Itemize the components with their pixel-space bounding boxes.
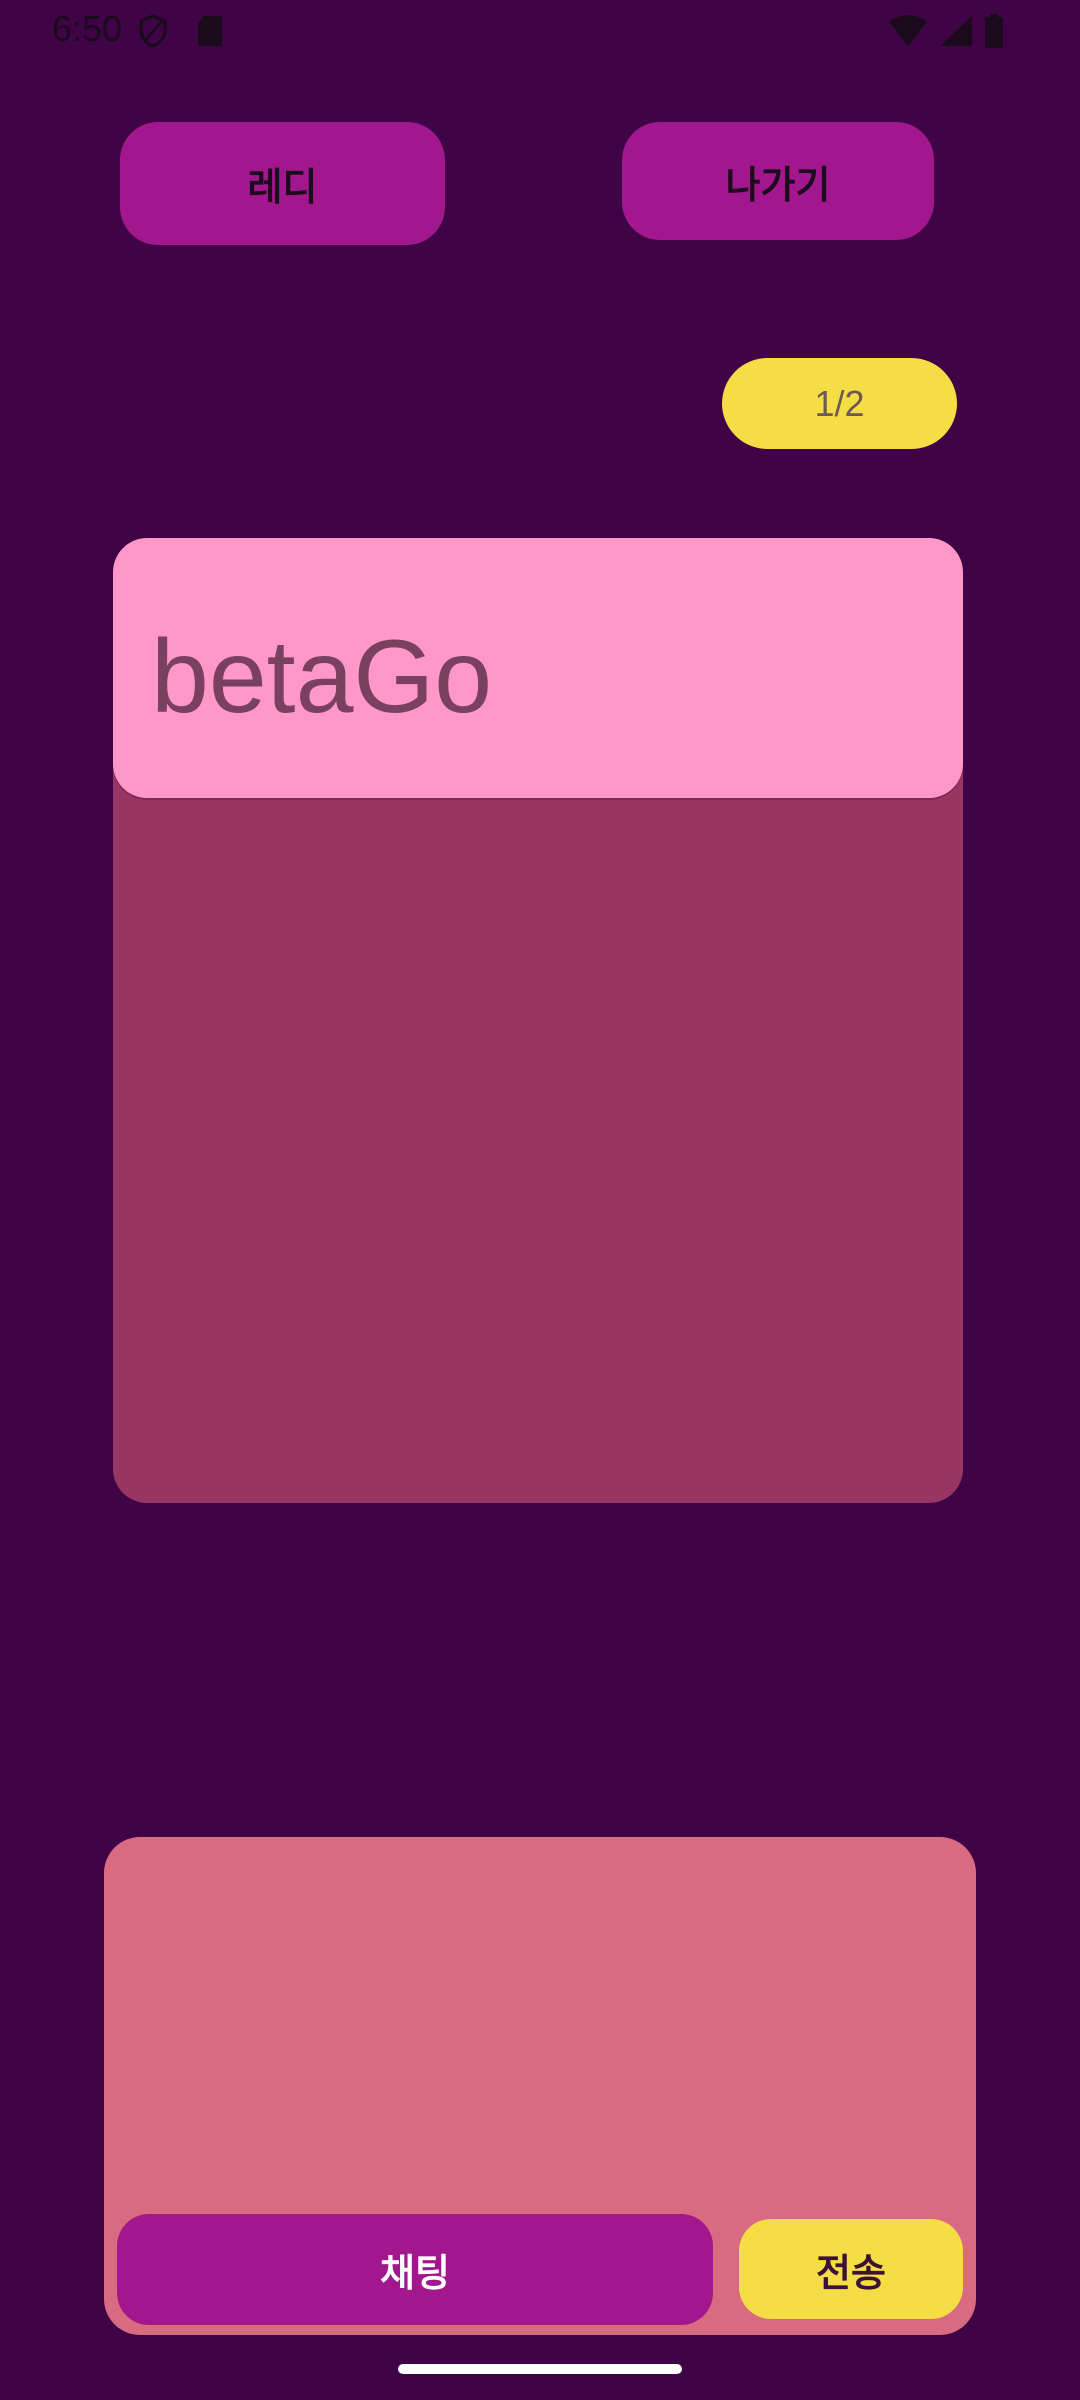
send-button[interactable]: 전송	[739, 2219, 963, 2319]
ready-button[interactable]: 레디	[120, 122, 445, 245]
status-time: 6:50	[52, 8, 123, 49]
exit-button[interactable]: 나가기	[622, 122, 934, 240]
chat-input-button[interactable]: 채팅	[117, 2214, 713, 2325]
player-count-badge: 1/2	[722, 358, 957, 449]
signal-icon	[940, 16, 972, 46]
player-name: betaGo	[151, 619, 493, 735]
home-indicator[interactable]	[398, 2364, 682, 2374]
shield-icon	[139, 14, 167, 48]
sdcard-icon	[198, 16, 222, 46]
wifi-icon	[889, 15, 927, 46]
player-card-header: betaGo	[113, 538, 963, 798]
player-card: betaGo	[113, 538, 963, 1503]
battery-icon	[985, 14, 1003, 48]
